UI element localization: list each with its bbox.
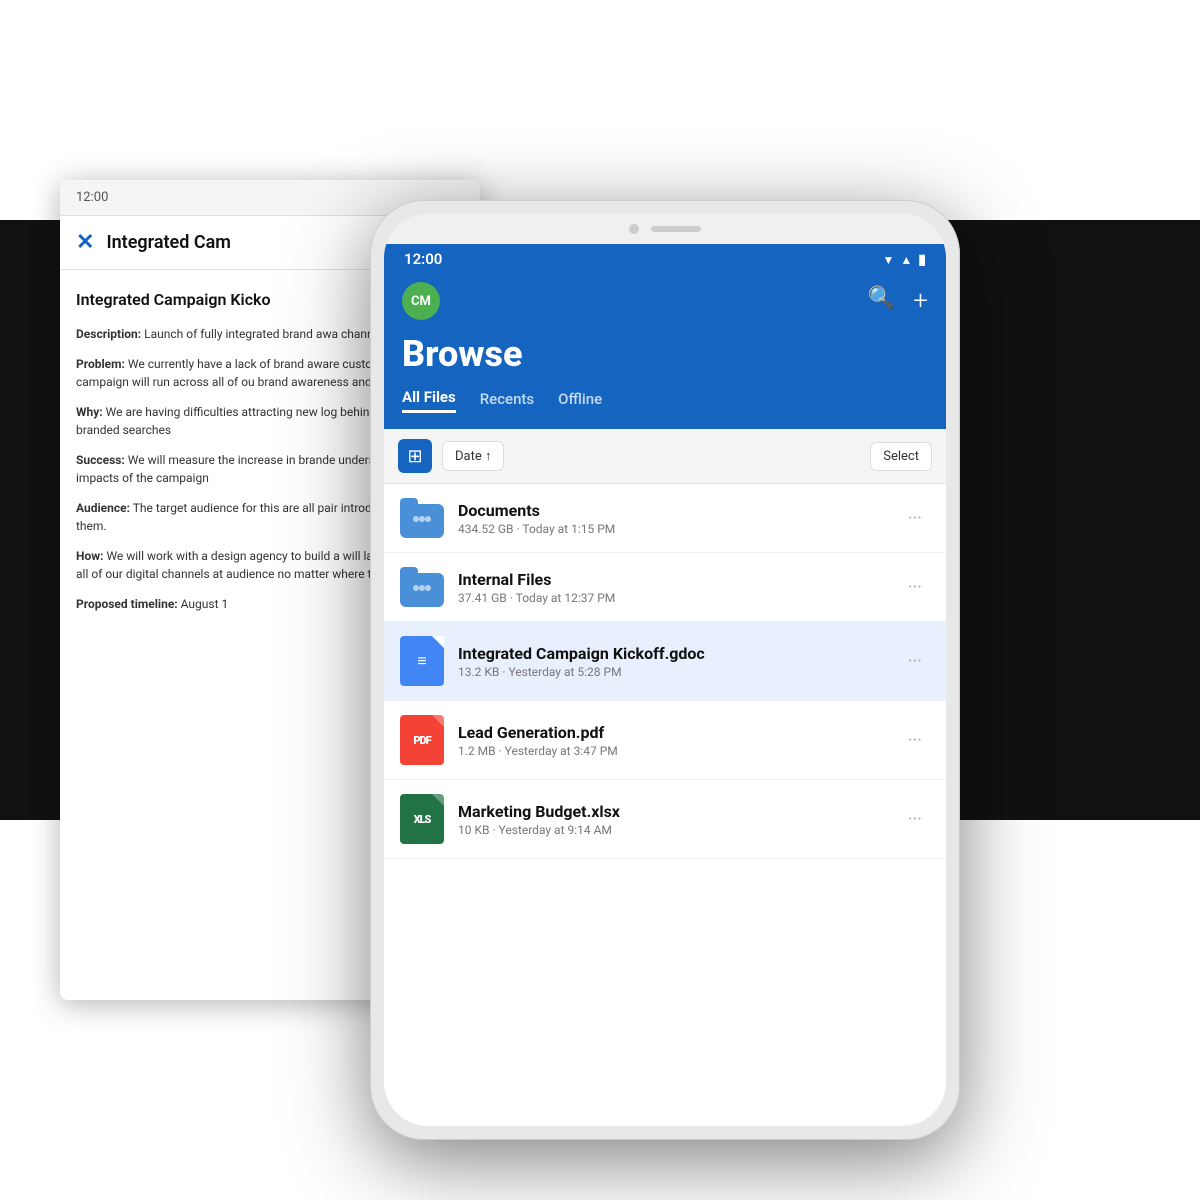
search-icon[interactable]: 🔍 [868,286,895,316]
app-header-top: CM 🔍 + [402,274,928,328]
file-name: Integrated Campaign Kickoff.gdoc [458,644,886,663]
more-options-button[interactable]: ··· [900,573,930,602]
file-name: Marketing Budget.xlsx [458,802,886,821]
tab-offline[interactable]: Offline [558,390,602,412]
wifi-icon [883,250,895,268]
folder-icon [400,567,444,607]
list-item[interactable]: PDF Lead Generation.pdf 1.2 MB · Yesterd… [384,701,946,780]
more-options-button[interactable]: ··· [900,726,930,755]
app-header: CM 🔍 + Browse All Files Recents Offline [384,274,946,429]
more-options-button[interactable]: ··· [900,805,930,834]
phone-outer-frame: 12:00 CM 🔍 + Browse All F [370,200,960,1140]
phone-camera [629,224,639,234]
phone-speaker [651,226,701,232]
file-meta: 13.2 KB · Yesterday at 5:28 PM [458,665,886,679]
list-item[interactable]: XLS Marketing Budget.xlsx 10 KB · Yester… [384,780,946,859]
list-item[interactable]: Internal Files 37.41 GB · Today at 12:37… [384,553,946,622]
list-item[interactable]: Documents 434.52 GB · Today at 1:15 PM ·… [384,484,946,553]
gdoc-icon [400,636,444,686]
sort-button[interactable]: Date ↑ [442,441,504,471]
phone-screen: 12:00 CM 🔍 + Browse All F [384,214,946,1126]
select-label: Select [883,449,919,464]
battery-icon [918,250,926,268]
file-meta: 37.41 GB · Today at 12:37 PM [458,591,886,605]
file-info: Marketing Budget.xlsx 10 KB · Yesterday … [458,802,886,837]
file-name: Documents [458,501,886,520]
file-list: Documents 434.52 GB · Today at 1:15 PM ·… [384,484,946,859]
status-bar: 12:00 [384,244,946,274]
folder-icon [400,498,444,538]
browse-title: Browse [402,336,928,372]
file-name: Internal Files [458,570,886,589]
tab-recents[interactable]: Recents [480,390,534,412]
signal-icon [900,250,912,268]
sort-label: Date ↑ [455,448,491,464]
status-time: 12:00 [404,250,442,268]
more-options-button[interactable]: ··· [900,504,930,533]
file-info: Integrated Campaign Kickoff.gdoc 13.2 KB… [458,644,886,679]
header-actions: 🔍 + [868,286,928,316]
avatar[interactable]: CM [402,282,440,320]
file-meta: 1.2 MB · Yesterday at 3:47 PM [458,744,886,758]
phone-top-bar [384,214,946,244]
more-options-button[interactable]: ··· [900,647,930,676]
add-icon[interactable]: + [913,286,928,316]
phone-device: 12:00 CM 🔍 + Browse All F [370,200,960,1140]
toolbar: Date ↑ Select [384,429,946,484]
file-meta: 434.52 GB · Today at 1:15 PM [458,522,886,536]
bg-close-icon: ✕ [76,230,94,255]
select-button[interactable]: Select [870,442,932,471]
file-meta: 10 KB · Yesterday at 9:14 AM [458,823,886,837]
tab-all-files[interactable]: All Files [402,388,456,413]
toolbar-left: Date ↑ [398,439,504,473]
xlsx-icon: XLS [400,794,444,844]
file-info: Lead Generation.pdf 1.2 MB · Yesterday a… [458,723,886,758]
pdf-icon: PDF [400,715,444,765]
grid-view-button[interactable] [398,439,432,473]
grid-icon [407,446,422,467]
file-info: Documents 434.52 GB · Today at 1:15 PM [458,501,886,536]
bg-doc-title: Integrated Cam [106,232,230,253]
file-name: Lead Generation.pdf [458,723,886,742]
status-icons [883,250,927,268]
list-item[interactable]: Integrated Campaign Kickoff.gdoc 13.2 KB… [384,622,946,701]
tabs-container: All Files Recents Offline [402,388,928,413]
bg-status-time: 12:00 [76,190,108,205]
file-info: Internal Files 37.41 GB · Today at 12:37… [458,570,886,605]
